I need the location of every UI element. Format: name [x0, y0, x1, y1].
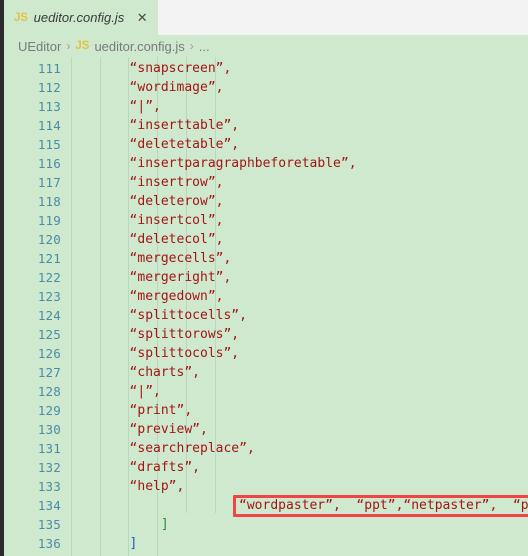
code-text: ] — [160, 517, 169, 532]
code-text: “drafts”, — [129, 460, 200, 475]
line-number: 122 — [37, 270, 61, 285]
code-text: “deletecol”, — [129, 232, 224, 247]
code-lines: 111 “snapscreen”, 112 “wordimage”, 113 “|”, 11… — [4, 57, 528, 556]
line-number: 135 — [37, 517, 61, 532]
line-number: 115 — [37, 137, 61, 152]
line-number: 136 — [37, 536, 61, 551]
code-text: ] — [129, 536, 138, 551]
breadcrumb: UEditor › JS ueditor.config.js › ... — [4, 35, 528, 57]
close-icon[interactable]: ✕ — [134, 10, 150, 26]
line-number: 124 — [37, 308, 61, 323]
code-line[interactable]: 128 “|”, — [4, 382, 528, 401]
code-line[interactable]: 113 “|”, — [4, 97, 528, 116]
code-line[interactable]: 121 “mergecells”, — [4, 249, 528, 268]
line-number: 126 — [37, 346, 61, 361]
code-text: “splittocells”, — [129, 308, 247, 323]
editor-tab-label: ueditor.config.js — [33, 10, 125, 25]
chevron-right-icon: › — [66, 39, 71, 53]
code-line[interactable]: 118 “deleterow”, — [4, 192, 528, 211]
code-editor[interactable]: 111 “snapscreen”, 112 “wordimage”, 113 “|”, 11… — [4, 57, 528, 556]
code-text: “charts”, — [129, 365, 200, 380]
code-line[interactable]: 129 “print”, — [4, 401, 528, 420]
code-text: “wordpaster”, “ppt”,“netpaster”, “pdf” — [239, 498, 528, 513]
code-line[interactable]: 133 “help”, — [4, 477, 528, 496]
line-number: 111 — [37, 61, 61, 76]
code-text: “splittorows”, — [129, 327, 240, 342]
code-line[interactable]: 123 “mergedown”, — [4, 287, 528, 306]
code-text: “splittocols”, — [129, 346, 240, 361]
line-number: 112 — [37, 80, 61, 95]
js-file-icon: JS — [14, 11, 28, 24]
code-line[interactable]: 111 “snapscreen”, — [4, 59, 528, 78]
code-text: “inserttable”, — [129, 118, 240, 133]
code-text: “preview”, — [129, 422, 208, 437]
line-number: 127 — [37, 365, 61, 380]
line-number: 120 — [37, 232, 61, 247]
code-text: “insertrow”, — [129, 175, 224, 190]
code-line[interactable]: 116 “insertparagraphbeforetable”, — [4, 154, 528, 173]
code-text: “print”, — [129, 403, 193, 418]
vscode-window: JS ueditor.config.js ✕ UEditor › JS uedi… — [0, 0, 528, 556]
line-number: 118 — [37, 194, 61, 209]
line-number: 123 — [37, 289, 61, 304]
code-text: “mergeright”, — [129, 270, 232, 285]
code-text: “searchreplace”, — [129, 441, 255, 456]
js-file-icon: JS — [75, 40, 90, 52]
code-line[interactable]: 136] — [4, 534, 528, 553]
editor-tab-bar: JS ueditor.config.js ✕ — [4, 0, 528, 35]
chevron-right-icon: › — [189, 39, 194, 53]
activity-bar-strip — [0, 0, 4, 556]
line-number: 133 — [37, 479, 61, 494]
tab-bar-empty-area — [158, 0, 528, 35]
line-number: 121 — [37, 251, 61, 266]
code-line[interactable]: 134 “wordpaster”, “ppt”,“netpaster”, “pdf… — [4, 496, 528, 515]
code-text: “mergecells”, — [129, 251, 232, 266]
line-number: 119 — [37, 213, 61, 228]
line-number: 131 — [37, 441, 61, 456]
line-number: 130 — [37, 422, 61, 437]
code-line[interactable]: 130 “preview”, — [4, 420, 528, 439]
line-number: 129 — [37, 403, 61, 418]
code-text: “snapscreen”, — [129, 61, 232, 76]
line-number: 114 — [37, 118, 61, 133]
code-line[interactable]: 117 “insertrow”, — [4, 173, 528, 192]
code-text: “help”, — [129, 479, 185, 494]
line-number: 113 — [37, 99, 61, 114]
breadcrumb-item-more[interactable]: ... — [199, 39, 210, 54]
line-number: 134 — [37, 498, 61, 513]
line-number: 116 — [37, 156, 61, 171]
code-line[interactable]: 125 “splittorows”, — [4, 325, 528, 344]
code-line[interactable]: 131 “searchreplace”, — [4, 439, 528, 458]
line-number: 128 — [37, 384, 61, 399]
code-text: “|”, — [129, 384, 161, 399]
code-line[interactable]: 122 “mergeright”, — [4, 268, 528, 287]
code-line[interactable]: 120 “deletecol”, — [4, 230, 528, 249]
code-line[interactable]: 114 “inserttable”, — [4, 116, 528, 135]
code-text: “insertcol”, — [129, 213, 224, 228]
code-line[interactable]: 124 “splittocells”, — [4, 306, 528, 325]
code-text: “|”, — [129, 99, 161, 114]
code-line[interactable]: 119 “insertcol”, — [4, 211, 528, 230]
code-text: “wordimage”, — [129, 80, 224, 95]
code-line[interactable]: 126 “splittocols”, — [4, 344, 528, 363]
code-text: “deletetable”, — [129, 137, 240, 152]
breadcrumb-item-root[interactable]: UEditor — [18, 39, 61, 54]
code-text: “deleterow”, — [129, 194, 224, 209]
code-line[interactable]: 127 “charts”, — [4, 363, 528, 382]
editor-tab-ueditor-config-js[interactable]: JS ueditor.config.js ✕ — [4, 0, 159, 35]
code-line[interactable]: 135] — [4, 515, 528, 534]
line-number: 125 — [37, 327, 61, 342]
code-line[interactable]: 112 “wordimage”, — [4, 78, 528, 97]
code-line[interactable]: 115 “deletetable”, — [4, 135, 528, 154]
line-number: 117 — [37, 175, 61, 190]
code-line[interactable]: 132 “drafts”, — [4, 458, 528, 477]
code-text: “insertparagraphbeforetable”, — [129, 156, 357, 171]
breadcrumb-item-file[interactable]: ueditor.config.js — [94, 39, 184, 54]
code-text: “mergedown”, — [129, 289, 224, 304]
line-number: 132 — [37, 460, 61, 475]
